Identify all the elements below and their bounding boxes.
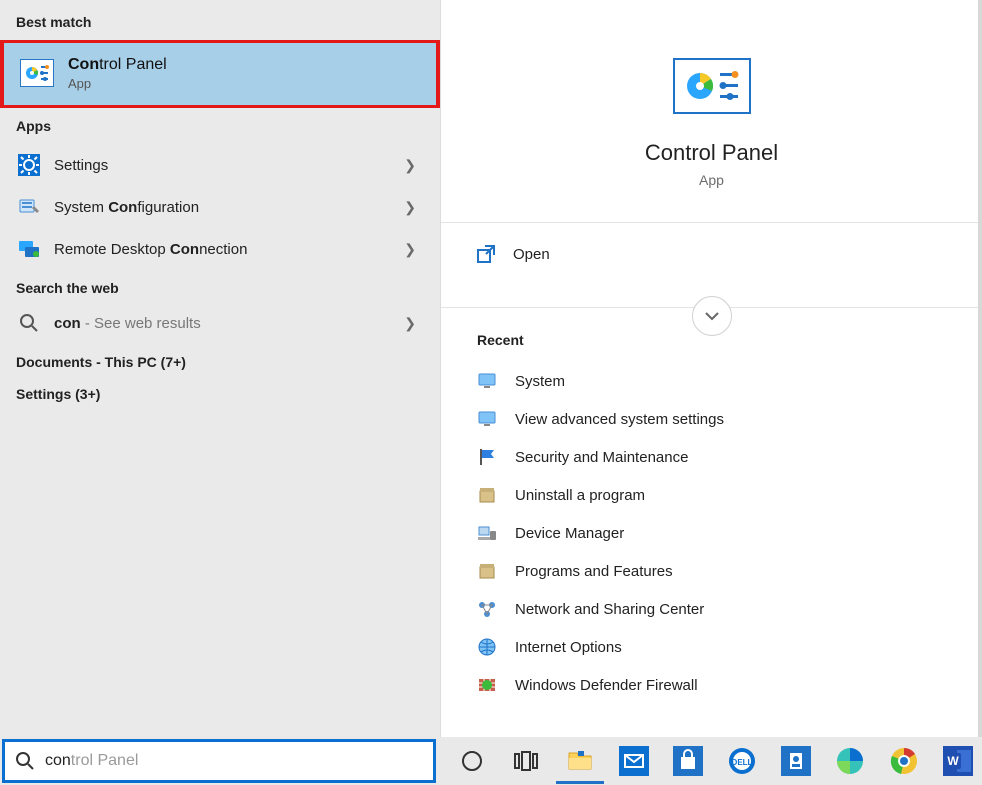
recent-item-firewall[interactable]: Windows Defender Firewall xyxy=(477,666,962,704)
flag-icon xyxy=(477,447,497,467)
recent-item-system[interactable]: System xyxy=(477,362,962,400)
taskbar-chrome[interactable] xyxy=(880,738,928,784)
expand-button[interactable] xyxy=(692,296,732,336)
chevron-right-icon: ❯ xyxy=(404,157,424,174)
recent-heading: Recent xyxy=(477,332,962,348)
best-match-title: Control Panel xyxy=(68,55,167,74)
app-result-system-configuration[interactable]: System Configuration ❯ xyxy=(0,186,440,228)
svg-text:DELL: DELL xyxy=(732,758,753,767)
taskbar-cortana[interactable] xyxy=(448,738,496,784)
taskbar-task-view[interactable] xyxy=(502,738,550,784)
system-configuration-icon xyxy=(18,196,40,218)
settings-results-heading[interactable]: Settings (3+) xyxy=(0,376,440,408)
monitor-icon xyxy=(477,371,497,391)
box-icon xyxy=(477,485,497,505)
preview-subtitle: App xyxy=(699,172,724,188)
recent-item-security[interactable]: Security and Maintenance xyxy=(477,438,962,476)
network-icon xyxy=(477,599,497,619)
preview-title: Control Panel xyxy=(645,140,778,166)
chevron-right-icon: ❯ xyxy=(404,315,424,332)
recent-item-programs[interactable]: Programs and Features xyxy=(477,552,962,590)
taskbar-file-explorer[interactable] xyxy=(556,738,604,784)
open-action[interactable]: Open xyxy=(441,223,982,285)
best-match-result[interactable]: Control Panel App xyxy=(0,40,440,108)
search-icon xyxy=(15,751,35,771)
svg-text:W: W xyxy=(947,754,959,768)
control-panel-large-icon xyxy=(673,58,751,114)
box-icon xyxy=(477,561,497,581)
taskbar-edge[interactable] xyxy=(826,738,874,784)
search-input[interactable]: control Panel xyxy=(45,752,138,770)
chevron-down-icon xyxy=(704,308,720,324)
app-result-remote-desktop[interactable]: Remote Desktop Connection ❯ xyxy=(0,228,440,270)
taskbar-store[interactable] xyxy=(664,738,712,784)
firewall-icon xyxy=(477,675,497,695)
taskbar: control Panel DELL W xyxy=(0,737,982,785)
remote-desktop-icon xyxy=(18,238,40,260)
globe-icon xyxy=(477,637,497,657)
preview-pane: Control Panel App Open Recent System xyxy=(440,0,982,737)
best-match-heading: Best match xyxy=(0,4,440,40)
taskbar-ms-app[interactable] xyxy=(772,738,820,784)
documents-heading[interactable]: Documents - This PC (7+) xyxy=(0,344,440,376)
taskbar-search-box[interactable]: control Panel xyxy=(2,739,436,783)
monitor-icon xyxy=(477,409,497,429)
control-panel-icon xyxy=(20,59,54,87)
search-icon xyxy=(18,312,40,334)
web-result[interactable]: con - See web results ❯ xyxy=(0,302,440,344)
chevron-right-icon: ❯ xyxy=(404,199,424,216)
open-label: Open xyxy=(513,246,550,263)
settings-icon xyxy=(18,154,40,176)
taskbar-mail[interactable] xyxy=(610,738,658,784)
search-web-heading: Search the web xyxy=(0,270,440,302)
recent-item-uninstall[interactable]: Uninstall a program xyxy=(477,476,962,514)
scrollbar[interactable] xyxy=(978,0,982,737)
chevron-right-icon: ❯ xyxy=(404,241,424,258)
recent-item-network[interactable]: Network and Sharing Center xyxy=(477,590,962,628)
recent-item-advanced-settings[interactable]: View advanced system settings xyxy=(477,400,962,438)
recent-item-internet-options[interactable]: Internet Options xyxy=(477,628,962,666)
taskbar-word[interactable]: W xyxy=(934,738,982,784)
device-icon xyxy=(477,523,497,543)
app-result-settings[interactable]: Settings ❯ xyxy=(0,144,440,186)
taskbar-dell[interactable]: DELL xyxy=(718,738,766,784)
open-icon xyxy=(477,245,495,263)
search-results-pane: Best match xyxy=(0,0,440,737)
apps-heading: Apps xyxy=(0,108,440,144)
best-match-subtitle: App xyxy=(68,76,167,91)
recent-item-device-manager[interactable]: Device Manager xyxy=(477,514,962,552)
